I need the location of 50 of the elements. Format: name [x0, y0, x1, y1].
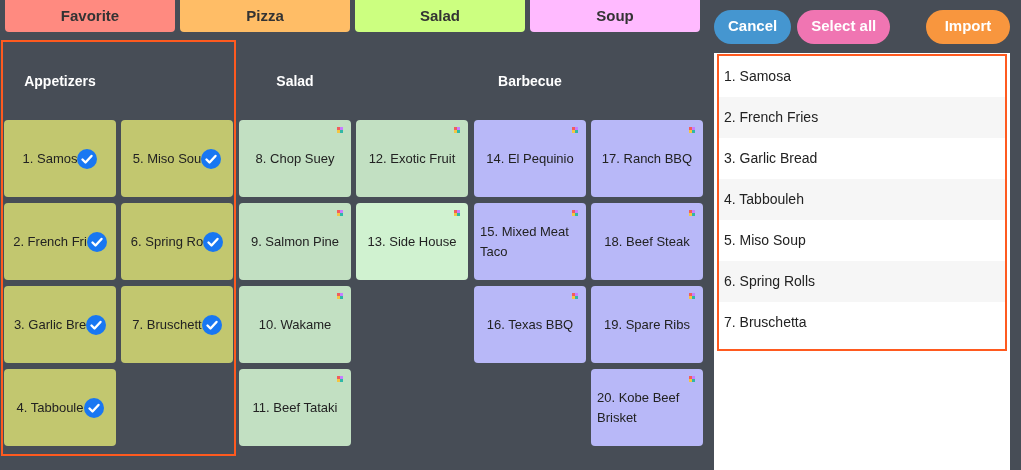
- check-icon: [201, 314, 222, 335]
- menu-item-tile[interactable]: 19. Spare Ribs: [591, 286, 703, 363]
- color-grid-icon: [689, 293, 695, 299]
- menu-item-tile[interactable]: 8. Chop Suey: [239, 120, 351, 197]
- selected-item[interactable]: 6. Spring Rolls: [719, 261, 1005, 302]
- menu-item-tile[interactable]: 10. Wakame: [239, 286, 351, 363]
- menu-item-tile[interactable]: 6. Spring Ro: [121, 203, 233, 280]
- menu-item-tile[interactable]: 1. Samos: [4, 120, 116, 197]
- category-tab[interactable]: Favorite: [5, 0, 175, 32]
- group-title: Barbecue: [498, 71, 562, 91]
- selected-item[interactable]: 2. French Fries: [719, 97, 1005, 138]
- menu-item-tile[interactable]: 4. Tabboule: [4, 369, 116, 446]
- check-icon: [201, 148, 222, 169]
- check-icon: [203, 231, 224, 252]
- menu-item-tile[interactable]: 9. Salmon Pine: [239, 203, 351, 280]
- color-grid-icon: [337, 376, 343, 382]
- color-grid-icon: [572, 293, 578, 299]
- color-grid-icon: [689, 210, 695, 216]
- color-grid-icon: [337, 293, 343, 299]
- color-grid-icon: [689, 376, 695, 382]
- menu-item-tile[interactable]: 13. Side House: [356, 203, 468, 280]
- category-tab[interactable]: Pizza: [180, 0, 350, 32]
- color-grid-icon: [572, 127, 578, 133]
- menu-item-tile[interactable]: 3. Garlic Bre: [4, 286, 116, 363]
- color-grid-icon: [454, 210, 460, 216]
- menu-item-tile[interactable]: 15. Mixed Meat Taco: [474, 203, 586, 280]
- menu-item-tile[interactable]: 7. Bruschett: [121, 286, 233, 363]
- color-grid-icon: [337, 127, 343, 133]
- check-icon: [83, 397, 104, 418]
- selected-item[interactable]: 4. Tabbouleh: [719, 179, 1005, 220]
- category-tab[interactable]: Salad: [355, 0, 525, 32]
- menu-item-tile[interactable]: 2. French Fri: [4, 203, 116, 280]
- check-icon: [86, 314, 107, 335]
- menu-item-tile[interactable]: 11. Beef Tataki: [239, 369, 351, 446]
- color-grid-icon: [337, 210, 343, 216]
- menu-item-tile[interactable]: 16. Texas BBQ: [474, 286, 586, 363]
- check-icon: [86, 231, 107, 252]
- color-grid-icon: [454, 127, 460, 133]
- menu-item-tile[interactable]: 18. Beef Steak: [591, 203, 703, 280]
- menu-item-tile[interactable]: 20. Kobe Beef Brisket: [591, 369, 703, 446]
- menu-item-tile[interactable]: 14. El Pequinio: [474, 120, 586, 197]
- group-title: Appetizers: [24, 71, 96, 91]
- color-grid-icon: [572, 210, 578, 216]
- category-tab[interactable]: Soup: [530, 0, 700, 32]
- group-title: Salad: [276, 71, 314, 91]
- menu-item-tile[interactable]: 17. Ranch BBQ: [591, 120, 703, 197]
- check-icon: [77, 148, 98, 169]
- menu-item-tile[interactable]: 5. Miso Sou: [121, 120, 233, 197]
- color-grid-icon: [689, 127, 695, 133]
- menu-item-tile[interactable]: 12. Exotic Fruit: [356, 120, 468, 197]
